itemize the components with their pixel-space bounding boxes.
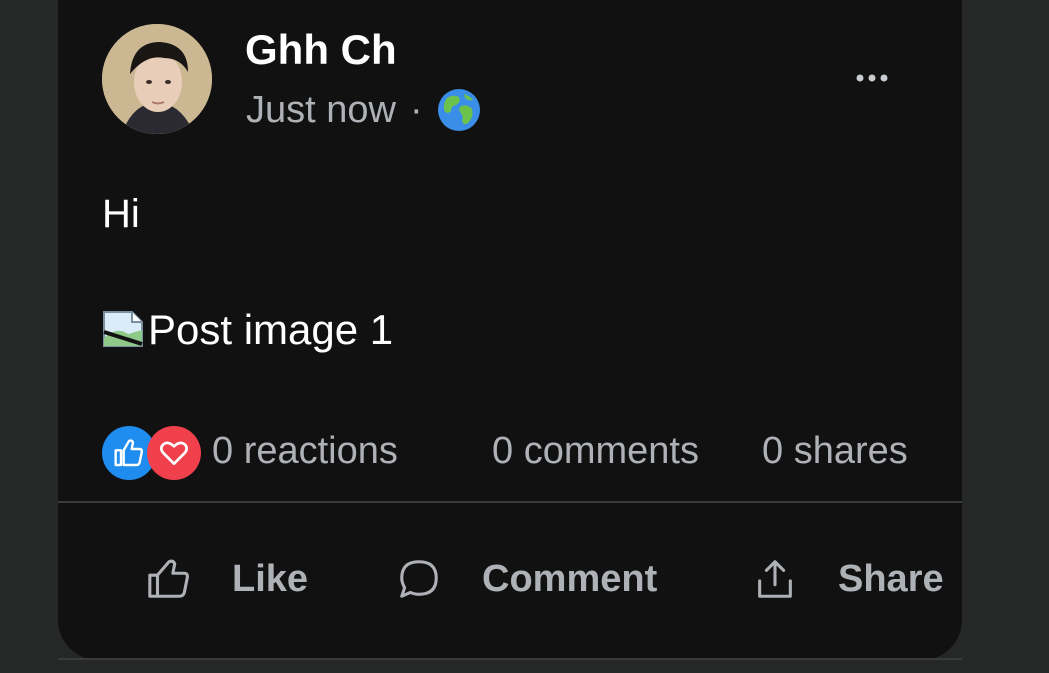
more-options-icon[interactable] <box>854 66 894 90</box>
post-image-alt-text: Post image 1 <box>148 306 394 353</box>
share-button[interactable]: Share <box>752 556 944 602</box>
comment-label: Comment <box>482 557 658 600</box>
heart-icon <box>147 426 201 480</box>
like-button[interactable]: Like <box>146 556 308 602</box>
share-icon <box>758 560 792 598</box>
globe-icon <box>437 88 481 132</box>
post-text: Hi <box>102 192 140 236</box>
avatar-image <box>102 24 212 134</box>
timestamp[interactable]: Just now <box>246 89 396 132</box>
comments-count[interactable]: 0 comments <box>492 430 699 473</box>
share-label: Share <box>838 557 944 600</box>
reactions-count[interactable]: 0 reactions <box>212 430 398 473</box>
author-name[interactable]: Ghh Ch <box>245 26 397 74</box>
divider <box>58 501 962 503</box>
comment-icon <box>400 560 438 598</box>
avatar[interactable] <box>102 24 212 134</box>
reaction-icons[interactable] <box>102 426 202 480</box>
shares-count[interactable]: 0 shares <box>762 430 908 473</box>
post-actions: Like Comment Share <box>58 556 962 612</box>
broken-image-icon <box>102 304 146 348</box>
post-image[interactable]: Post image 1 <box>102 304 393 354</box>
like-label: Like <box>232 557 309 600</box>
feed-divider <box>58 658 962 660</box>
thumbs-up-icon <box>148 559 189 598</box>
comment-button[interactable]: Comment <box>396 556 657 602</box>
post-meta: Just now · <box>246 88 481 132</box>
post-stats: 0 reactions 0 comments 0 shares <box>102 424 922 480</box>
post-card: Ghh Ch Just now · Hi Post image 1 0 reac… <box>58 0 962 660</box>
meta-separator: · <box>409 88 423 131</box>
